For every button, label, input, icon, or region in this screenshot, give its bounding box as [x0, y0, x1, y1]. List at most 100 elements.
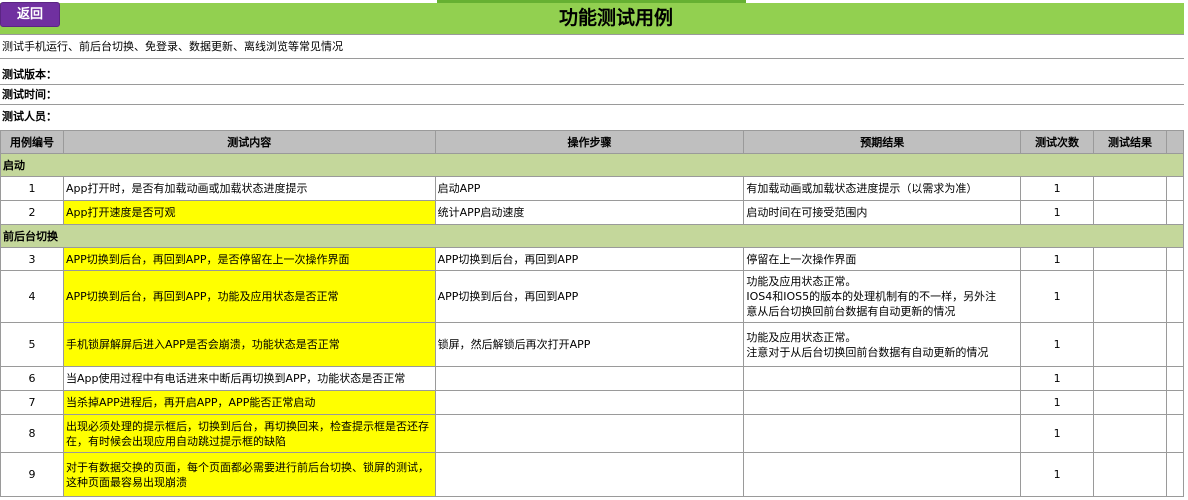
column-header: 操作步骤: [434, 130, 745, 154]
expected-result-cell[interactable]: 停留在上一次操作界面: [743, 247, 1022, 271]
test-count-cell[interactable]: 1: [1020, 270, 1095, 323]
table-row: 6 当App使用过程中有电话进来中断后再切换到APP，功能状态是否正常 1: [0, 366, 1185, 391]
case-id-cell[interactable]: 6: [0, 366, 64, 391]
test-content-cell[interactable]: App打开速度是否可观: [62, 200, 436, 225]
case-id-cell[interactable]: 8: [0, 414, 64, 453]
case-id-cell[interactable]: 3: [0, 247, 64, 271]
case-id-cell[interactable]: 4: [0, 270, 64, 323]
description: 测试手机运行、前后台切换、免登录、数据更新、离线浏览等常见情况: [2, 40, 343, 53]
table-row: 3 APP切换到后台，再回到APP，是否停留在上一次操作界面 APP切换到后台，再回…: [0, 247, 1185, 271]
back-button[interactable]: 返回: [0, 2, 60, 27]
case-id-cell[interactable]: 1: [0, 176, 64, 201]
empty-cell[interactable]: [1165, 452, 1185, 497]
test-count-cell[interactable]: 1: [1020, 414, 1095, 453]
test-version-label: 测试版本：: [2, 68, 57, 81]
steps-cell[interactable]: [434, 390, 745, 415]
test-content-cell[interactable]: 出现必须处理的提示框后，切换到后台，再切换回来，检查提示框是否还存在，有时候会出…: [62, 414, 436, 453]
steps-cell[interactable]: 统计APP启动速度: [434, 200, 745, 225]
page-title: 功能测试用例: [558, 7, 673, 29]
table-row: 2 App打开速度是否可观 统计APP启动速度 启动时间在可接受范围内 1: [0, 200, 1185, 225]
test-count-cell[interactable]: 1: [1020, 176, 1095, 201]
column-header: 测试次数: [1020, 130, 1095, 154]
empty-cell[interactable]: [1165, 414, 1185, 453]
test-count-cell[interactable]: 1: [1020, 247, 1095, 271]
expected-result-cell[interactable]: [743, 414, 1022, 453]
table-row: 7 当杀掉APP进程后，再开启APP，APP能否正常启动 1: [0, 390, 1185, 415]
test-result-cell[interactable]: [1093, 390, 1167, 415]
test-result-cell[interactable]: [1093, 322, 1167, 367]
expected-result-cell[interactable]: [743, 366, 1022, 391]
expected-result-line: 有加载动画或加载状态进度提示（以需求为准）: [746, 182, 978, 195]
test-content-cell[interactable]: APP切换到后台，再回到APP，功能及应用状态是否正常: [62, 270, 436, 323]
steps-cell[interactable]: [434, 366, 745, 391]
divider: [0, 34, 1184, 35]
empty-cell[interactable]: [1165, 270, 1185, 323]
steps-cell[interactable]: [434, 452, 745, 497]
case-id-cell[interactable]: 9: [0, 452, 64, 497]
divider: [0, 104, 1184, 105]
table-row: 8 出现必须处理的提示框后，切换到后台，再切换回来，检查提示框是否还存在，有时候会…: [0, 414, 1185, 453]
test-count-cell[interactable]: 1: [1020, 200, 1095, 225]
steps-cell[interactable]: 锁屏，然后解锁后再次打开APP: [434, 322, 745, 367]
expected-result-line: 注意对于从后台切换回前台数据有自动更新的情况: [746, 345, 989, 359]
test-count-cell[interactable]: 1: [1020, 322, 1095, 367]
expected-result-cell[interactable]: 有加载动画或加载状态进度提示（以需求为准）: [743, 176, 1022, 201]
case-id-cell[interactable]: 2: [0, 200, 64, 225]
expected-result-cell[interactable]: 功能及应用状态正常。 IOS4和IOS5的版本的处理机制有的不一样，另外注 意从后台…: [743, 270, 1022, 323]
test-result-cell[interactable]: [1093, 176, 1167, 201]
test-count-cell[interactable]: 1: [1020, 390, 1095, 415]
test-result-cell[interactable]: [1093, 270, 1167, 323]
expected-result-cell[interactable]: 功能及应用状态正常。 注意对于从后台切换回前台数据有自动更新的情况: [743, 322, 1022, 367]
test-content-cell[interactable]: 手机锁屏解屏后进入APP是否会崩溃，功能状态是否正常: [62, 322, 436, 367]
table-row: 9 对于有数据交换的页面，每个页面都必需要进行前后台切换、锁屏的测试，这种页面最容…: [0, 452, 1185, 497]
spreadsheet: 功能测试用例 返回 测试手机运行、前后台切换、免登录、数据更新、离线浏览等常见情…: [0, 0, 1185, 500]
test-content-cell[interactable]: 当App使用过程中有电话进来中断后再切换到APP，功能状态是否正常: [62, 366, 436, 391]
expected-result-cell[interactable]: [743, 452, 1022, 497]
test-result-cell[interactable]: [1093, 452, 1167, 497]
column-header: 用例编号: [0, 130, 64, 154]
steps-cell[interactable]: 启动APP: [434, 176, 745, 201]
column-header-empty: [1165, 130, 1185, 154]
section-title[interactable]: 启动: [0, 153, 1184, 177]
table-row: 5 手机锁屏解屏后进入APP是否会崩溃，功能状态是否正常 锁屏，然后解锁后再次打开A…: [0, 322, 1185, 367]
test-content-cell[interactable]: 对于有数据交换的页面，每个页面都必需要进行前后台切换、锁屏的测试，这种页面最容易…: [62, 452, 436, 497]
test-time-label: 测试时间：: [2, 88, 57, 101]
test-result-cell[interactable]: [1093, 247, 1167, 271]
expected-result-cell[interactable]: [743, 390, 1022, 415]
steps-cell[interactable]: [434, 414, 745, 453]
column-header: 测试内容: [62, 130, 436, 154]
expected-result-line: 意从后台切换回前台数据有自动更新的情况: [746, 305, 956, 318]
steps-cell[interactable]: APP切换到后台，再回到APP: [434, 247, 745, 271]
empty-cell[interactable]: [1165, 200, 1185, 225]
test-case-table: 用例编号 测试内容 操作步骤 预期结果 测试次数 测试结果 启动 1 App打开时，…: [0, 130, 1185, 497]
test-content-cell[interactable]: 当杀掉APP进程后，再开启APP，APP能否正常启动: [62, 390, 436, 415]
test-count-cell[interactable]: 1: [1020, 366, 1095, 391]
empty-cell[interactable]: [1165, 366, 1185, 391]
empty-cell[interactable]: [1165, 322, 1185, 367]
expected-result-line: 功能及应用状态正常。: [746, 275, 857, 288]
expected-result-line: 启动时间在可接受范围内: [746, 206, 868, 219]
divider: [0, 58, 1184, 59]
expected-result-cell[interactable]: 启动时间在可接受范围内: [743, 200, 1022, 225]
empty-cell[interactable]: [1165, 176, 1185, 201]
test-content-cell[interactable]: App打开时，是否有加载动画或加载状态进度提示: [62, 176, 436, 201]
expected-result-line: 功能及应用状态正常。: [746, 330, 857, 344]
test-content-cell[interactable]: APP切换到后台，再回到APP，是否停留在上一次操作界面: [62, 247, 436, 271]
expected-result-line: IOS4和IOS5的版本的处理机制有的不一样，另外注: [746, 290, 997, 303]
tester-label: 测试人员：: [2, 110, 57, 123]
empty-cell[interactable]: [1165, 390, 1185, 415]
test-result-cell[interactable]: [1093, 414, 1167, 453]
section-title[interactable]: 前后台切换: [0, 224, 1184, 248]
test-result-cell[interactable]: [1093, 200, 1167, 225]
case-id-cell[interactable]: 5: [0, 322, 64, 367]
case-id-cell[interactable]: 7: [0, 390, 64, 415]
divider: [0, 84, 1184, 85]
test-count-cell[interactable]: 1: [1020, 452, 1095, 497]
column-header: 测试结果: [1093, 130, 1167, 154]
test-result-cell[interactable]: [1093, 366, 1167, 391]
empty-cell[interactable]: [1165, 247, 1185, 271]
section-row: 启动: [0, 153, 1184, 177]
steps-cell[interactable]: APP切换到后台，再回到APP: [434, 270, 745, 323]
table-row: 1 App打开时，是否有加载动画或加载状态进度提示 启动APP 有加载动画或加载状态进…: [0, 176, 1185, 201]
expected-result-line: 停留在上一次操作界面: [746, 252, 857, 266]
